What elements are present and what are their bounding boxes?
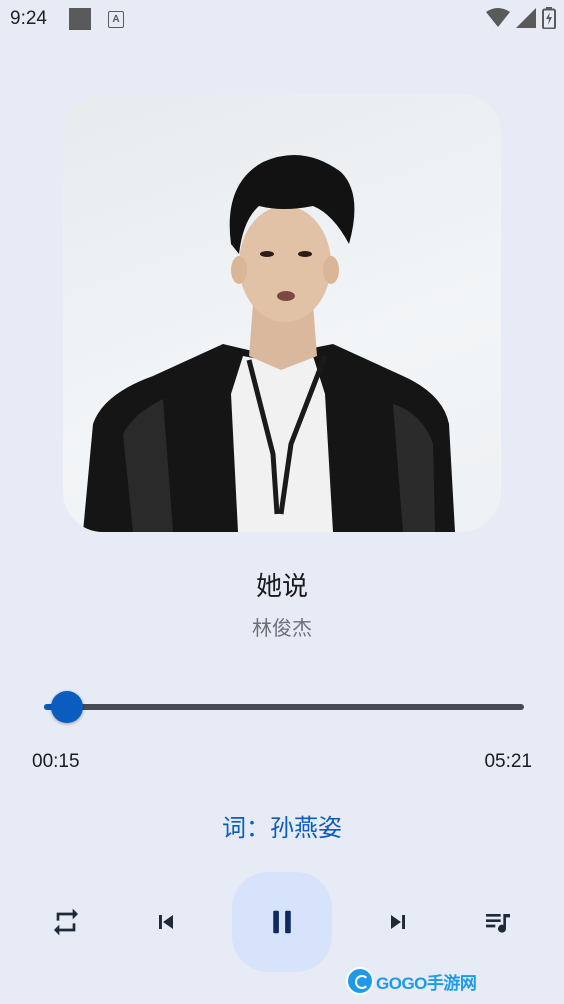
current-time: 00:15 bbox=[32, 751, 80, 772]
pause-icon bbox=[273, 910, 291, 934]
song-title: 她说 bbox=[255, 571, 308, 601]
watermark-text: GOGO手游网 bbox=[376, 973, 477, 993]
lyric-line[interactable]: 词：孙燕姿 bbox=[0, 808, 564, 843]
previous-button[interactable] bbox=[140, 896, 192, 948]
album-cover bbox=[63, 94, 501, 532]
battery-icon bbox=[542, 7, 556, 29]
song-artist[interactable]: 林俊杰 bbox=[0, 612, 564, 641]
progress-track[interactable] bbox=[44, 704, 524, 710]
repeat-icon bbox=[54, 908, 78, 936]
skip-next-icon bbox=[391, 915, 405, 929]
queue-button[interactable] bbox=[472, 896, 524, 948]
skip-previous-icon bbox=[159, 915, 173, 929]
play-pause-button[interactable] bbox=[232, 872, 332, 972]
next-button[interactable] bbox=[372, 896, 424, 948]
status-icons bbox=[486, 7, 556, 29]
signal-icon bbox=[516, 8, 536, 28]
status-time: 9:24 bbox=[10, 8, 47, 29]
status-bar: 9:24 A bbox=[0, 0, 564, 38]
wifi-icon bbox=[486, 8, 510, 27]
watermark-icon bbox=[346, 967, 374, 995]
notification-icon bbox=[69, 8, 91, 30]
repeat-button[interactable] bbox=[40, 896, 92, 948]
progress-thumb[interactable] bbox=[50, 691, 83, 723]
queue-music-icon bbox=[486, 914, 510, 933]
artist-photo bbox=[83, 154, 455, 532]
watermark-logo: GOGO手游网 bbox=[346, 966, 477, 996]
total-time: 05:21 bbox=[484, 751, 532, 772]
keyboard-icon: A bbox=[108, 11, 124, 28]
